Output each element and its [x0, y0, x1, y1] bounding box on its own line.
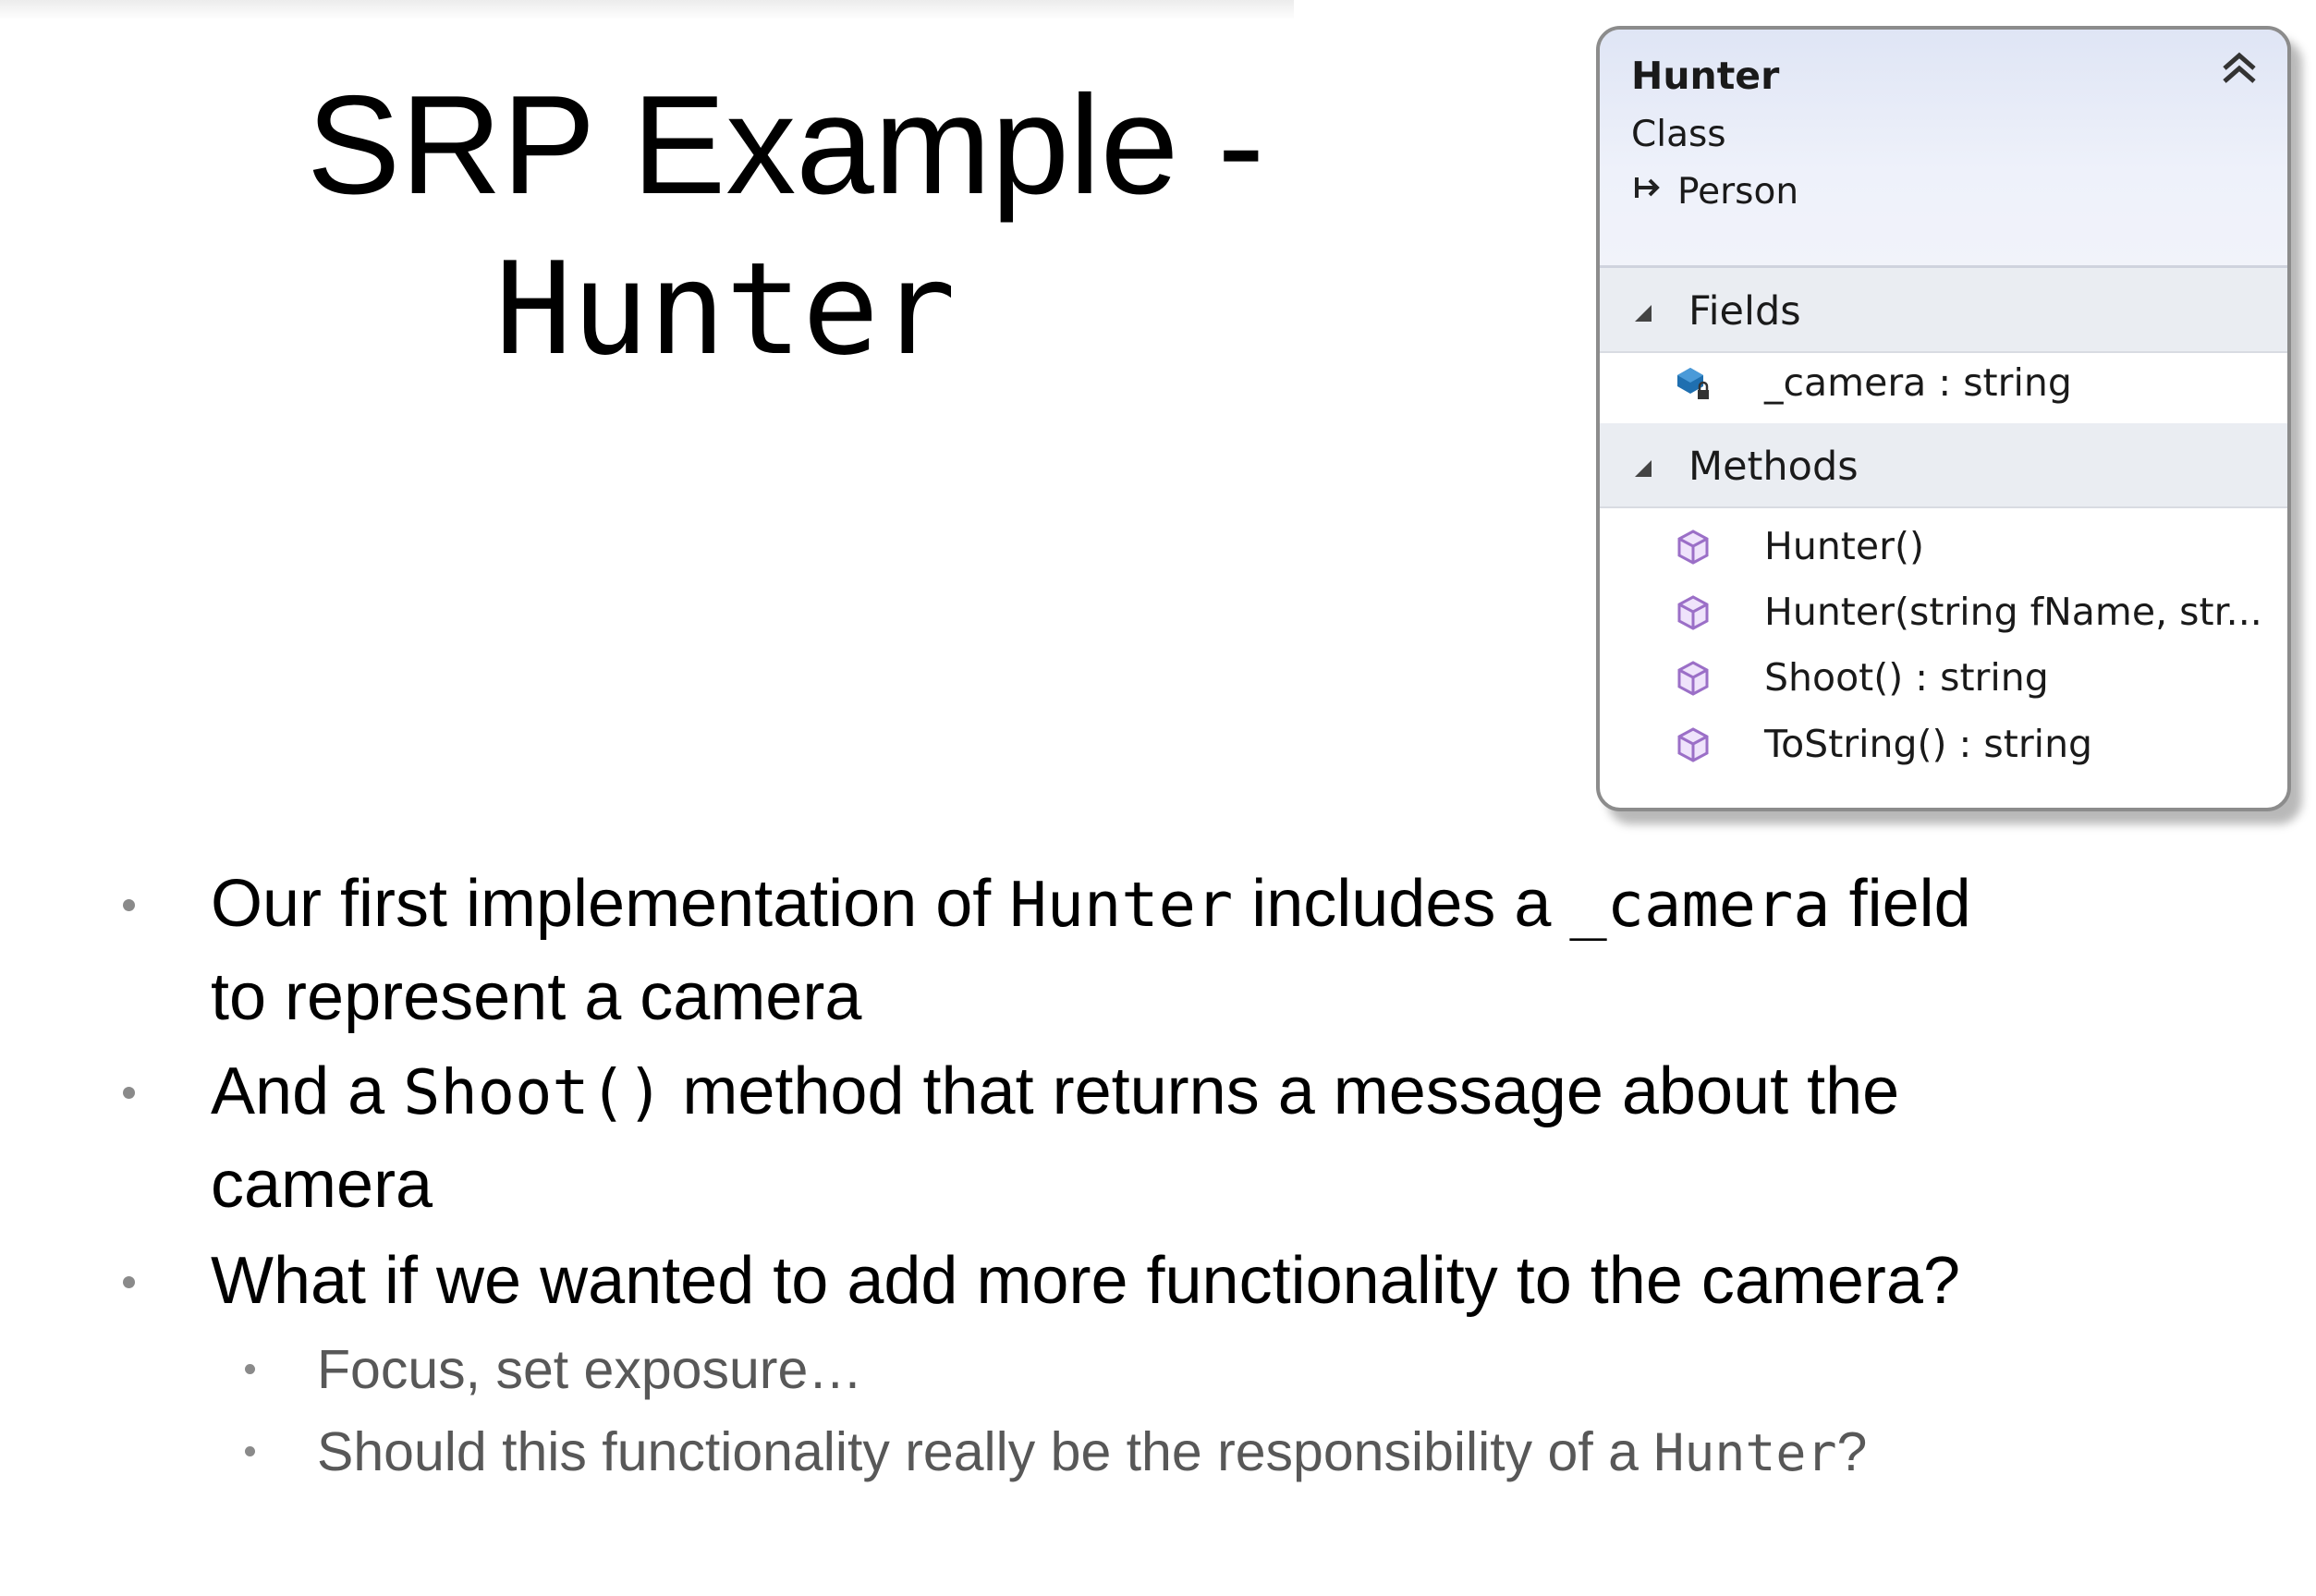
fields-section-header[interactable]: Fields — [1600, 268, 2287, 353]
title-line-2: Hunter — [494, 235, 957, 384]
sub-bullet-dot — [245, 1446, 255, 1456]
methods-section-header[interactable]: Methods — [1600, 423, 2287, 508]
expanded-triangle-icon — [1635, 305, 1652, 322]
bullet-text: What if we wanted to add more functional… — [211, 1244, 1960, 1318]
title-line-1: SRP Example - — [306, 67, 1265, 224]
method-row[interactable]: Hunter() — [1600, 517, 2287, 581]
bullet-text: field — [1830, 867, 1971, 941]
field-row[interactable]: _camera : string — [1600, 353, 2287, 418]
bullet-dot — [123, 899, 135, 911]
bullet-item: And a Shoot() method that returns a mess… — [211, 1045, 2151, 1231]
method-icon — [1677, 530, 1709, 565]
class-header: Hunter Class Person — [1600, 30, 2287, 268]
sub-bullet-text: Should this functionality really be the … — [317, 1421, 1654, 1482]
inheritance-arrow-icon — [1635, 177, 1660, 198]
collapse-chevron-up-icon[interactable] — [2219, 48, 2260, 89]
bullet-text: to represent a camera — [211, 960, 862, 1034]
field-text: _camera : string — [1764, 360, 2072, 405]
code-text: Hunter — [1009, 869, 1234, 941]
sub-bullet-item: Focus, set exposure… — [317, 1333, 2212, 1407]
method-icon — [1677, 727, 1709, 762]
method-text: Shoot() : string — [1764, 655, 2049, 700]
fields-label: Fields — [1688, 288, 1801, 335]
method-row[interactable]: ToString() : string — [1600, 714, 2287, 779]
methods-label: Methods — [1688, 444, 1859, 490]
class-kind: Class — [1631, 114, 1726, 155]
method-text: Hunter(string fName, str... — [1764, 590, 2262, 634]
code-text: Hunter — [1653, 1423, 1837, 1482]
bullet-dot — [123, 1087, 135, 1099]
bullet-text: And a — [211, 1054, 404, 1128]
bullet-text: camera — [211, 1148, 433, 1222]
sub-bullet-text: Focus, set exposure… — [317, 1339, 863, 1400]
top-edge-shadow — [0, 0, 1294, 20]
base-class: Person — [1631, 171, 1798, 213]
sub-bullet-item: Should this functionality really be the … — [317, 1415, 2212, 1490]
method-row[interactable]: Shoot() : string — [1600, 648, 2287, 713]
class-name: Hunter — [1631, 54, 1780, 98]
code-text: _camera — [1569, 869, 1831, 941]
bullet-item: Our first implementation of Hunter inclu… — [211, 858, 2151, 1043]
sub-bullet-dot — [245, 1364, 255, 1374]
expanded-triangle-icon — [1635, 460, 1652, 477]
bullet-text: method that returns a message about the — [664, 1054, 1900, 1128]
method-text: ToString() : string — [1764, 722, 2093, 766]
class-diagram-card[interactable]: Hunter Class Person Fields _camera : str… — [1596, 26, 2291, 811]
method-text: Hunter() — [1764, 524, 1924, 568]
method-icon — [1677, 595, 1709, 630]
bullet-item: What if we wanted to add more functional… — [211, 1235, 2151, 1327]
bullet-text: includes a — [1233, 867, 1570, 941]
slide-title: SRP Example - Hunter — [185, 65, 1386, 393]
bullet-text: Our first implementation of — [211, 867, 1010, 941]
base-class-name: Person — [1677, 171, 1799, 213]
method-row[interactable]: Hunter(string fName, str... — [1600, 582, 2287, 647]
method-icon — [1677, 661, 1709, 696]
code-text: Shoot() — [403, 1056, 664, 1128]
private-field-icon — [1677, 368, 1709, 399]
sub-bullet-text: ? — [1836, 1421, 1868, 1482]
bullet-dot — [123, 1276, 135, 1288]
